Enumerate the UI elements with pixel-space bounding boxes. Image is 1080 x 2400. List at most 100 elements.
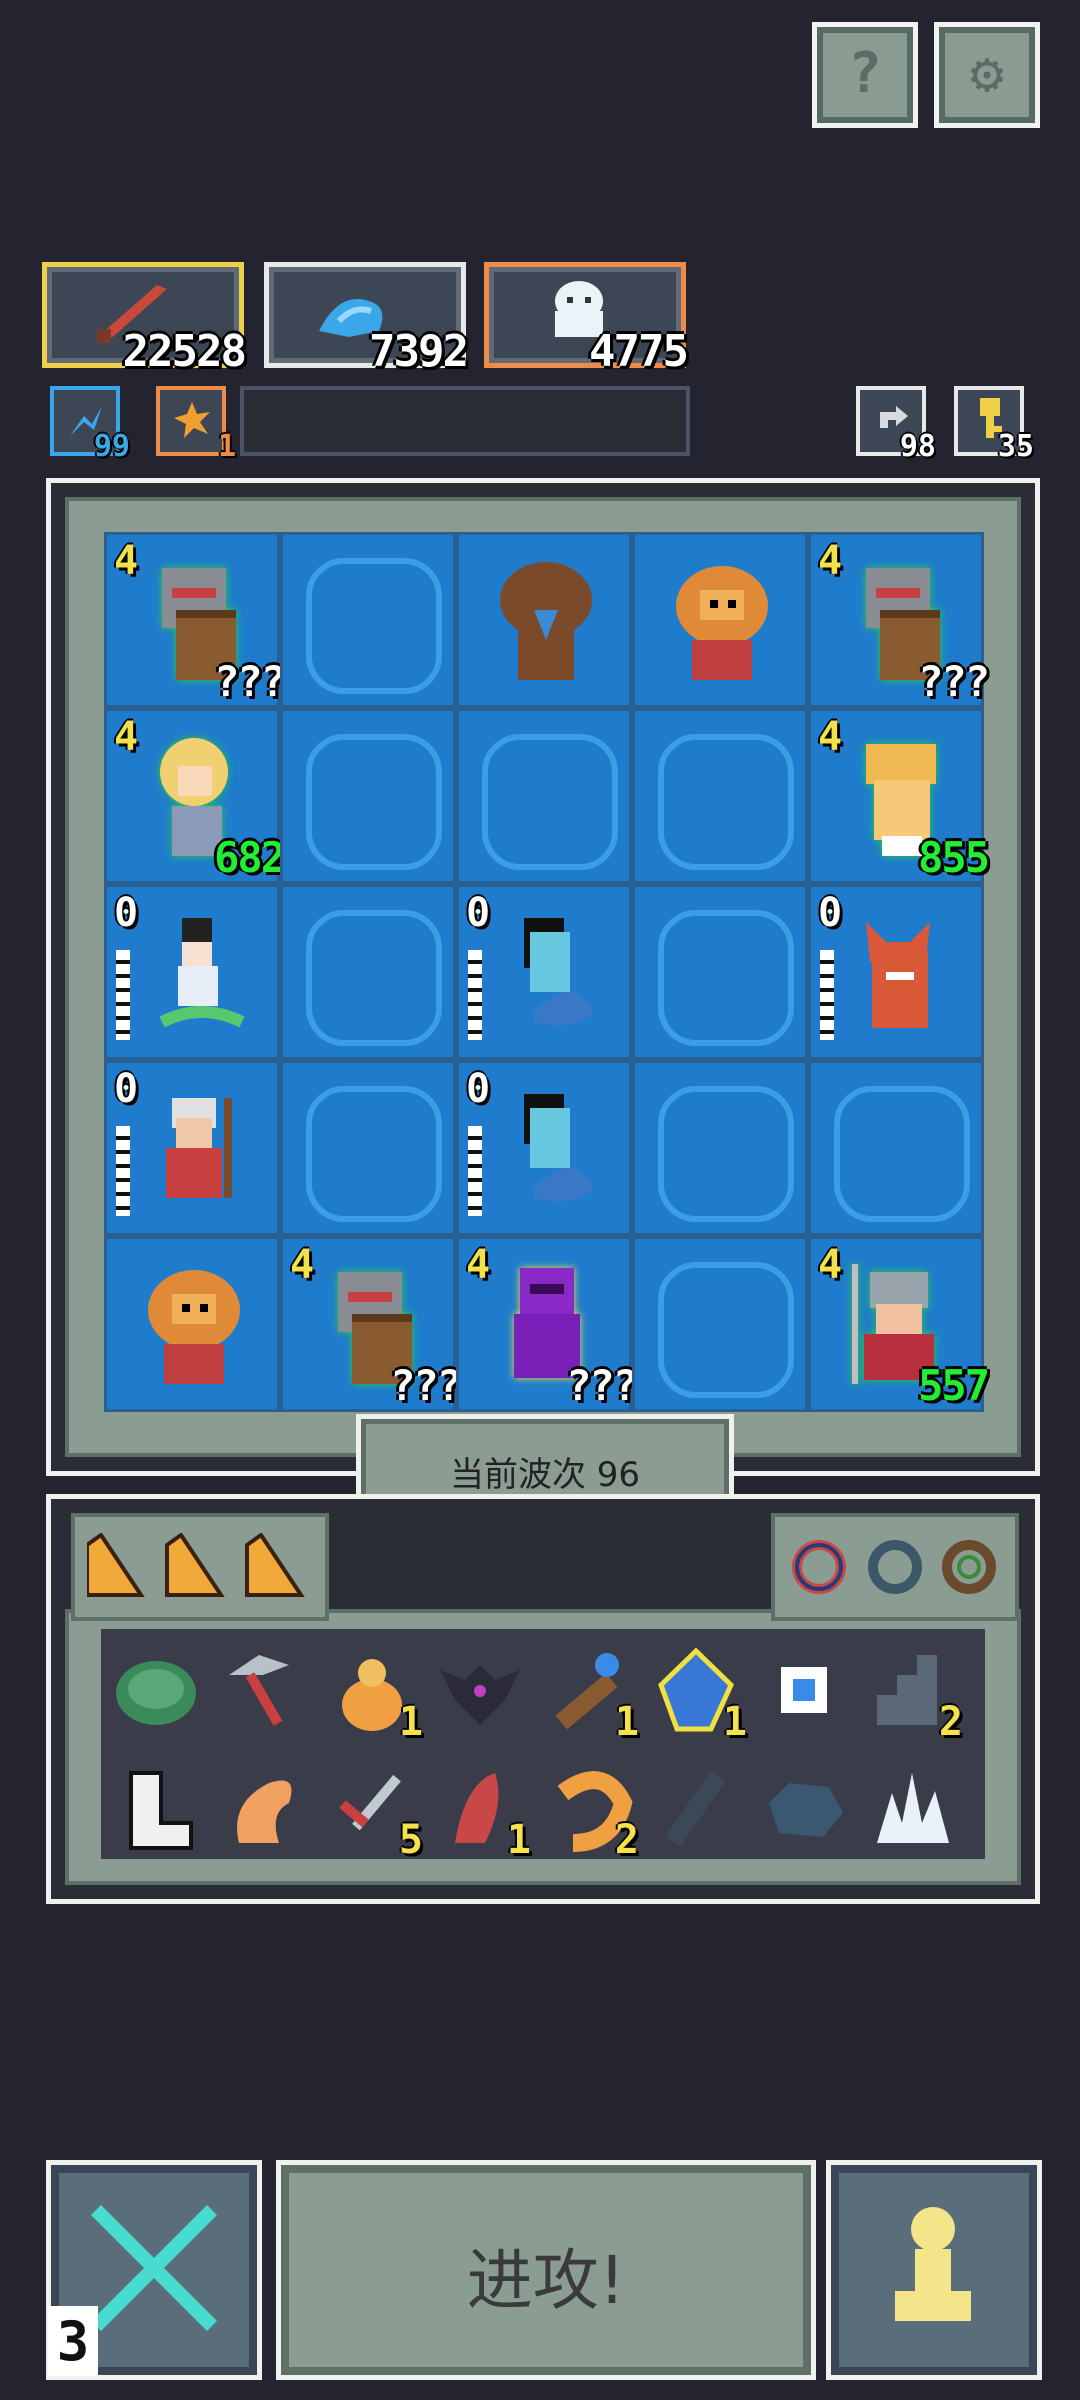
white-boot-icon [129,1771,193,1850]
red-demon-unit [866,922,930,1028]
shadow-bat-item[interactable] [435,1645,525,1735]
inventory-panel: 1 1 1 2 5 1 2 [46,1494,1040,1904]
refresh-resource-value: 98 [899,429,936,464]
dagger-item[interactable]: 5 [327,1763,423,1863]
water-tile-pattern [482,734,618,870]
red-claw-item[interactable]: 1 [435,1763,531,1863]
water-tile-pattern [658,1086,794,1222]
pickaxe-icon [229,1655,289,1726]
white-boot-item[interactable] [111,1763,201,1853]
unit-hp: 682 [214,833,286,882]
board-cell[interactable] [456,532,632,708]
board-cell[interactable]: 0 [104,1060,280,1236]
question-icon: ? [848,41,882,106]
unit-hp: ??? [214,657,286,706]
sword-resource[interactable]: 22528 [42,262,247,377]
mirror-item[interactable] [759,1645,849,1735]
turtle-shell-icon [116,1661,196,1725]
ice-crystal-icon [877,1773,949,1843]
board-cell[interactable]: 4??? [456,1236,638,1412]
item-count: 2 [614,1817,639,1863]
stack-bars [116,1126,130,1216]
water-tile-pattern [306,1086,442,1222]
board-cell[interactable]: 4??? [280,1236,462,1412]
attack-label: 进攻! [466,2242,626,2319]
board-cell[interactable] [280,708,456,884]
board-cell[interactable]: 0 [456,1060,632,1236]
blue-ghost-unit [524,1094,594,1202]
unit-level: 4 [818,538,843,584]
board-cell[interactable] [280,884,456,1060]
board-cell[interactable] [632,1060,808,1236]
unit-button[interactable] [826,2160,1042,2380]
board-cell[interactable]: 0 [104,884,280,1060]
board-cell[interactable] [632,884,808,1060]
turtle-shell-item[interactable] [111,1645,201,1735]
lion-beast-unit [148,1270,240,1384]
board-cell[interactable] [104,1236,280,1412]
blue-ghost-unit [524,918,594,1026]
ring-tab[interactable] [771,1513,1019,1621]
lion-beast-unit [676,566,768,680]
inventory-slots: 1 1 1 2 5 1 2 [101,1629,985,1863]
board-cell[interactable] [280,1060,456,1236]
refresh-resource[interactable]: 98 [856,386,936,464]
item-count: 1 [398,1699,423,1745]
water-tile-pattern [658,1262,794,1398]
turn-counter-value: 3 [56,2310,90,2373]
water-tile-pattern [306,910,442,1046]
pawn-icon [895,2207,971,2321]
attack-button[interactable]: 进攻! [276,2160,816,2380]
board-cell[interactable] [632,1236,808,1412]
ghost-resource[interactable]: 4775 [484,262,689,377]
wave-label: 当前波次 96 [449,1455,641,1495]
flame-idol-item[interactable]: 1 [327,1645,423,1745]
settings-button[interactable]: ⚙ [934,22,1040,128]
unit-level: 0 [114,1066,139,1112]
unit-hp: ??? [390,1361,462,1410]
cross-icon [91,2205,217,2331]
stone-stairs-item[interactable]: 2 [867,1645,963,1745]
magic-resource[interactable]: 7392 [264,262,469,377]
battle-grid: 4??? 4??? 4 682 4 855 0 0 0 0 0 4??? 4??? 4 557 [104,532,990,1412]
board-cell[interactable] [456,708,632,884]
board-cell[interactable] [280,532,456,708]
unit-level: 4 [114,714,139,760]
shrimp-item[interactable]: 2 [543,1763,639,1863]
fire-resource[interactable]: 1 [156,386,236,464]
ghost-resource-value: 4775 [589,326,689,377]
board-cell[interactable] [808,1060,984,1236]
board-cell[interactable]: 4??? [104,532,286,708]
ore-chunk-item[interactable] [759,1763,849,1853]
key-resource[interactable]: 35 [954,386,1034,464]
unit-hp: 855 [918,833,990,882]
unit-level: 4 [114,538,139,584]
fox-tail-icon [237,1780,292,1843]
help-button[interactable]: ? [812,22,918,128]
mana-resource[interactable]: 99 [50,386,130,464]
board-cell[interactable]: 4 855 [808,708,990,884]
board-cell[interactable] [632,532,808,708]
board-cell[interactable] [632,708,808,884]
pickaxe-item[interactable] [219,1645,309,1735]
spyglass-item[interactable] [651,1763,741,1853]
snake-lady-unit [159,918,245,1028]
old-dwarf-unit [166,1098,232,1198]
sword-resource-value: 22528 [122,326,247,377]
progress-bar [240,386,690,456]
board-cell[interactable]: 4??? [808,532,990,708]
stack-bars [116,950,130,1040]
board-cell[interactable]: 4 557 [808,1236,990,1412]
blue-crystal-item[interactable]: 1 [651,1645,747,1745]
unit-level: 0 [466,1066,491,1112]
ice-crystal-item[interactable] [867,1763,957,1853]
board-cell[interactable]: 0 [456,884,632,1060]
wooden-staff-item[interactable]: 1 [543,1645,639,1745]
fox-tail-item[interactable] [219,1763,309,1853]
water-tile-pattern [306,734,442,870]
turn-counter: 3 [48,2306,98,2376]
board-cell[interactable]: 4 682 [104,708,286,884]
card-tab[interactable] [71,1513,329,1621]
item-count: 1 [722,1699,747,1745]
board-cell[interactable]: 0 [808,884,984,1060]
